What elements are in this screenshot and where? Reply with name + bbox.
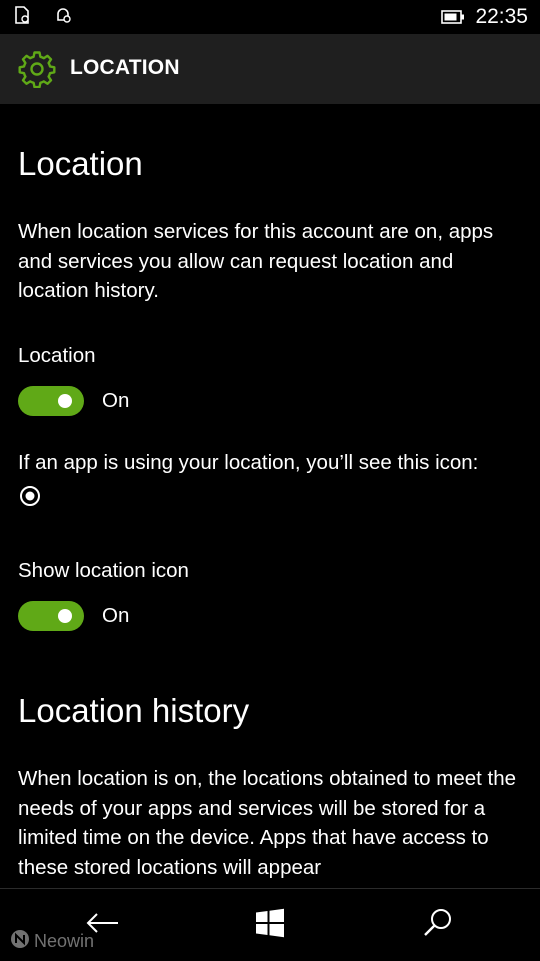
show-location-icon-toggle-row[interactable]: On xyxy=(18,601,129,631)
location-description: When location services for this account … xyxy=(18,220,494,302)
status-icons-right: 22:35 xyxy=(441,4,528,30)
quiet-hours-icon xyxy=(54,6,72,24)
location-toggle-label: Location xyxy=(18,344,96,367)
navigation-bar: Neowin xyxy=(0,888,540,961)
show-location-icon-toggle[interactable] xyxy=(18,601,84,631)
location-icon-note: If an app is using your location, you’ll… xyxy=(18,451,479,474)
back-button[interactable] xyxy=(82,907,122,943)
location-history-description: When location is on, the locations obtai… xyxy=(18,767,517,879)
status-time: 22:35 xyxy=(475,5,528,28)
section-heading-location-history: Location history xyxy=(18,692,250,729)
search-button[interactable] xyxy=(418,907,458,943)
status-icons-left xyxy=(14,6,72,24)
title-bar: LOCATION xyxy=(0,34,540,104)
back-arrow-icon xyxy=(85,912,119,939)
battery-icon xyxy=(441,10,465,24)
notification-icon xyxy=(14,6,30,24)
neowin-logo-icon xyxy=(10,929,30,954)
page-title: LOCATION xyxy=(70,56,180,79)
show-location-icon-label: Show location icon xyxy=(18,559,189,582)
toggle-knob xyxy=(58,394,72,408)
location-toggle-row[interactable]: On xyxy=(18,386,129,416)
location-in-use-icon xyxy=(19,485,41,512)
start-button[interactable] xyxy=(250,907,290,943)
location-toggle[interactable] xyxy=(18,386,84,416)
section-heading-location: Location xyxy=(18,145,143,182)
status-bar: 22:35 xyxy=(0,0,540,34)
location-toggle-state: On xyxy=(102,389,130,412)
search-icon xyxy=(422,907,454,944)
toggle-knob xyxy=(58,609,72,623)
windows-start-icon xyxy=(255,908,285,943)
gear-icon xyxy=(18,50,56,93)
show-location-icon-toggle-state: On xyxy=(102,604,130,627)
